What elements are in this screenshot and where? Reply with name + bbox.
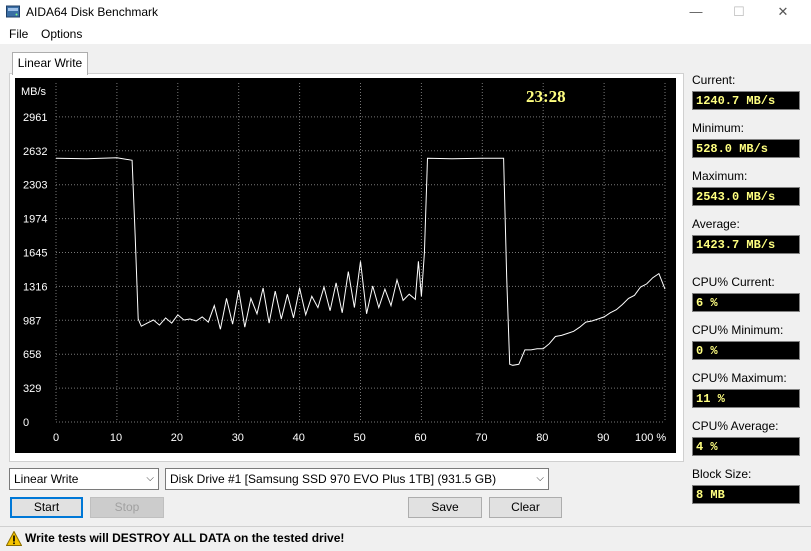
x-tick-label: 20 (171, 432, 183, 444)
minimum-value: 528.0 MB/s (692, 139, 800, 158)
menu-bar: File Options (0, 24, 811, 44)
average-value: 1423.7 MB/s (692, 235, 800, 254)
cpu-maximum-value: 11 % (692, 389, 800, 408)
y-tick-label: 2632 (23, 146, 47, 158)
cpu-maximum-label: CPU% Maximum: (692, 371, 787, 385)
x-axis-ticks: 0 10 20 30 40 50 60 70 80 90 100 % (53, 432, 666, 444)
maximize-button[interactable]: ☐ (716, 0, 762, 24)
x-tick-label: 50 (354, 432, 366, 444)
grid-lines (55, 83, 666, 423)
y-tick-label: 1316 (23, 281, 47, 293)
current-value: 1240.7 MB/s (692, 91, 800, 110)
elapsed-time-clock: 23:28 (526, 87, 566, 106)
y-tick-label: 329 (23, 383, 41, 395)
current-label: Current: (692, 73, 736, 87)
chevron-down-icon: ⌵ (146, 473, 154, 484)
y-tick-label: 2961 (23, 112, 47, 124)
drive-select[interactable]: Disk Drive #1 [Samsung SSD 970 EVO Plus … (165, 468, 549, 490)
x-tick-label: 40 (293, 432, 305, 444)
menu-options[interactable]: Options (41, 27, 82, 41)
cpu-current-label: CPU% Current: (692, 275, 775, 289)
y-tick-label: 987 (23, 315, 41, 327)
status-bar: Write tests will DESTROY ALL DATA on the… (0, 526, 811, 551)
x-tick-label: 10 (110, 432, 122, 444)
drive-selected: Disk Drive #1 [Samsung SSD 970 EVO Plus … (170, 472, 497, 486)
y-tick-label: 658 (23, 349, 41, 361)
benchmark-graph: 0 329 658 987 1316 1645 1974 2303 2632 2961 0 10 20… (15, 78, 676, 453)
disk-app-icon (6, 5, 20, 18)
start-button[interactable]: Start (10, 497, 83, 518)
y-tick-label: 2303 (23, 180, 47, 192)
cpu-average-label: CPU% Average: (692, 419, 779, 433)
maximum-value: 2543.0 MB/s (692, 187, 800, 206)
tab-linear-write[interactable]: Linear Write (12, 52, 88, 75)
x-tick-label: 60 (414, 432, 426, 444)
save-button[interactable]: Save (408, 497, 482, 518)
maximum-label: Maximum: (692, 169, 748, 183)
clear-button[interactable]: Clear (489, 497, 562, 518)
destructive-test-warning: Write tests will DESTROY ALL DATA on the… (25, 531, 345, 545)
cpu-average-value: 4 % (692, 437, 800, 456)
title-bar: AIDA64 Disk Benchmark — ☐ ✕ (0, 0, 811, 24)
y-tick-label: 1645 (23, 248, 47, 260)
menu-file[interactable]: File (9, 27, 28, 41)
test-type-select[interactable]: Linear Write ⌵ (9, 468, 159, 490)
minimize-button[interactable]: — (673, 0, 719, 24)
y-axis-ticks: 0 329 658 987 1316 1645 1974 2303 2632 2961 (23, 112, 47, 429)
cpu-minimum-label: CPU% Minimum: (692, 323, 784, 337)
x-tick-label: 80 (536, 432, 548, 444)
x-tick-label: 30 (232, 432, 244, 444)
x-tick-label: 100 % (635, 432, 666, 444)
x-tick-label: 70 (475, 432, 487, 444)
warning-icon (6, 531, 22, 546)
stop-button[interactable]: Stop (90, 497, 164, 518)
cpu-current-value: 6 % (692, 293, 800, 312)
cpu-minimum-value: 0 % (692, 341, 800, 360)
y-tick-label: 1974 (23, 214, 47, 226)
y-axis-unit-label: MB/s (21, 86, 47, 98)
x-tick-label: 90 (597, 432, 609, 444)
minimum-label: Minimum: (692, 121, 745, 135)
throughput-chart: 0 329 658 987 1316 1645 1974 2303 2632 2961 0 10 20… (21, 83, 666, 444)
block-size-label: Block Size: (692, 467, 752, 481)
x-tick-label: 0 (53, 432, 59, 444)
window-title: AIDA64 Disk Benchmark (26, 5, 159, 19)
block-size-value: 8 MB (692, 485, 800, 504)
chevron-down-icon: ⌵ (536, 473, 544, 484)
y-tick-label: 0 (23, 417, 29, 429)
average-label: Average: (692, 217, 740, 231)
close-button[interactable]: ✕ (760, 0, 806, 24)
test-type-selected: Linear Write (14, 472, 79, 486)
